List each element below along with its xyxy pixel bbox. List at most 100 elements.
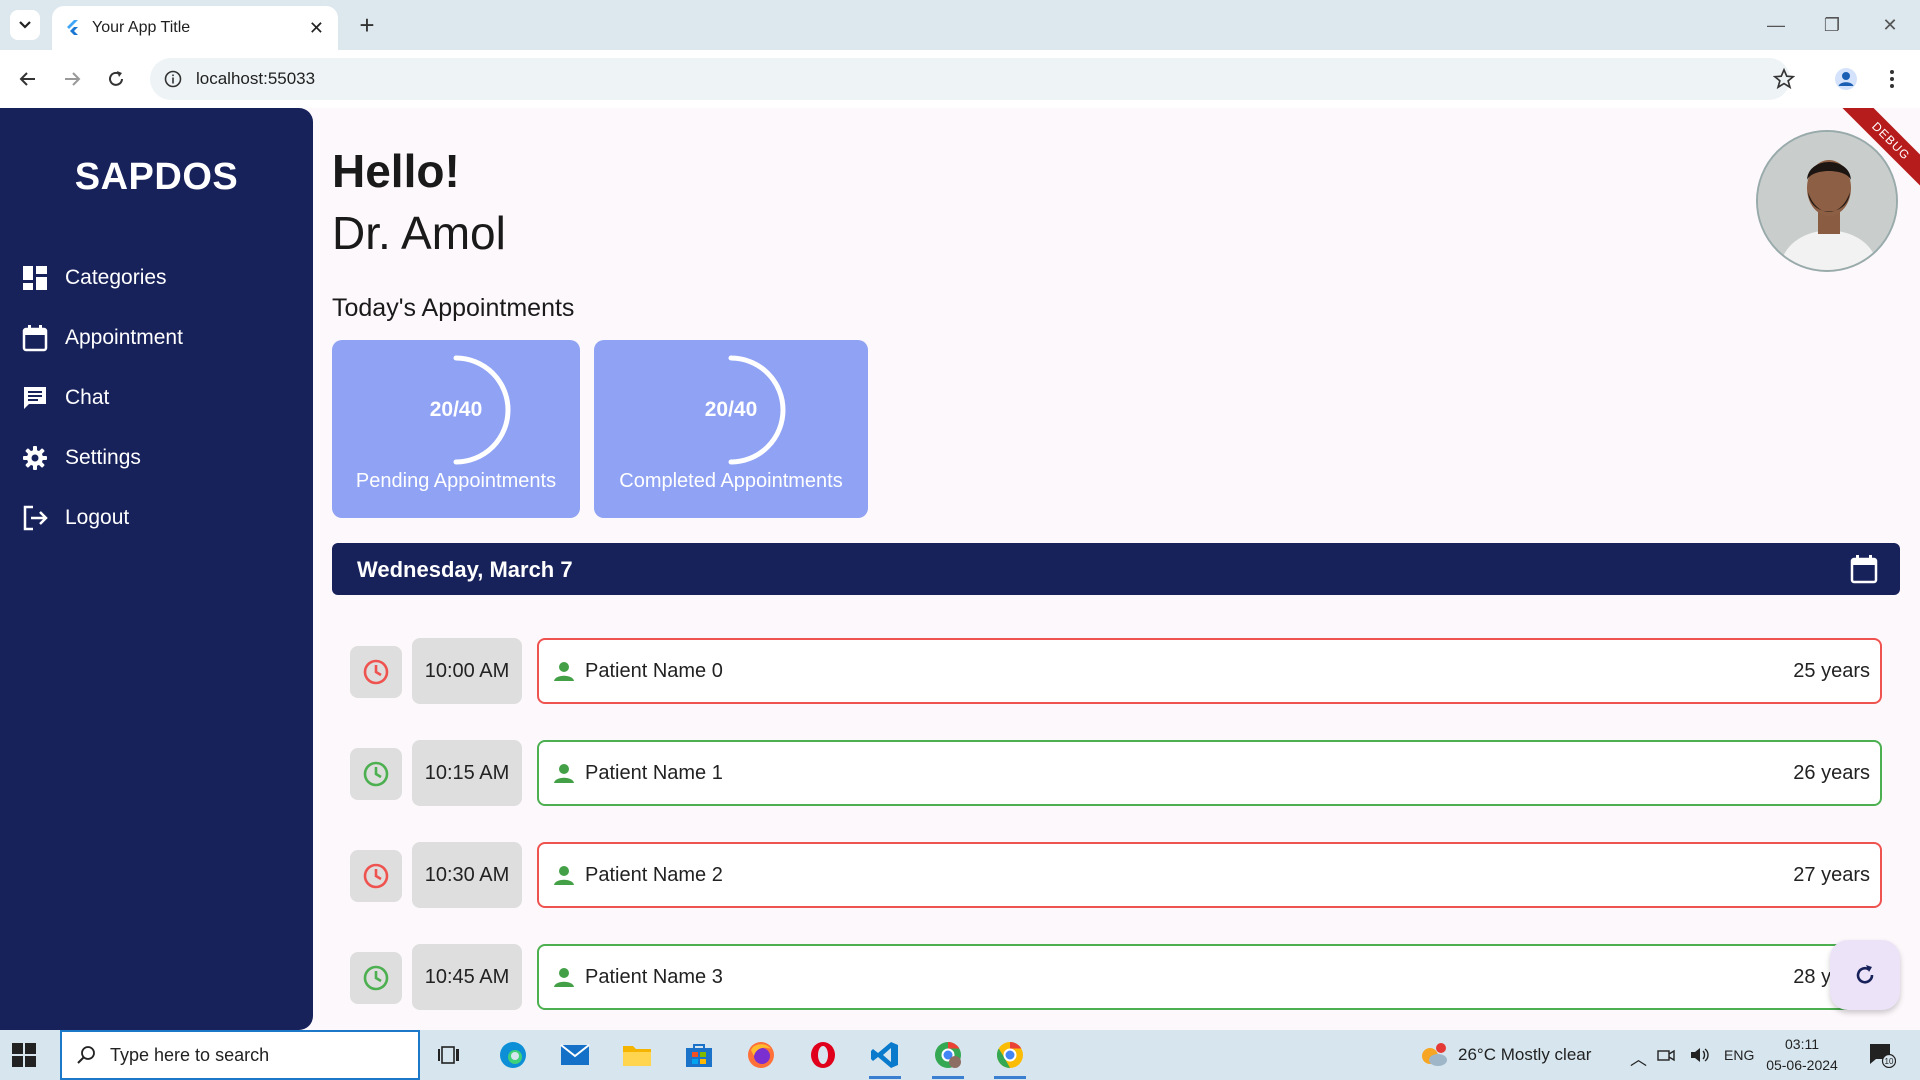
weather-text[interactable]: 26°C Mostly clear (1458, 1045, 1591, 1065)
pending-appointments-card[interactable]: 20/40 Pending Appointments (332, 340, 580, 518)
appointment-time: 10:45 AM (412, 944, 522, 1010)
patient-age: 25 years (1793, 659, 1870, 682)
browser-tabstrip: Your App Title ✕ + — ❐ ✕ (0, 0, 1920, 50)
tab-title: Your App Title (92, 19, 191, 36)
tab-close-icon[interactable]: ✕ (309, 18, 324, 39)
sidebar-item-logout[interactable]: Logout (20, 498, 129, 538)
gear-icon (20, 443, 50, 473)
profile-icon[interactable] (1830, 63, 1862, 95)
windows-start-icon[interactable] (12, 1043, 36, 1067)
restore-button[interactable]: ❐ (1812, 10, 1852, 40)
taskbar-clock[interactable]: 03:11 05-06-2024 (1764, 1034, 1840, 1076)
appointment-row[interactable]: 10:30 AM Patient Name 2 27 years (350, 842, 1882, 908)
clock-date: 05-06-2024 (1766, 1057, 1838, 1073)
appointment-time: 10:00 AM (412, 638, 522, 704)
url-text: localhost:55033 (196, 69, 316, 88)
clock-icon[interactable] (350, 646, 402, 698)
forward-button[interactable] (56, 63, 88, 95)
chevron-up-icon[interactable]: ︿ (1630, 1045, 1647, 1070)
notification-count: 10 (1885, 1057, 1894, 1066)
edge-icon[interactable] (493, 1037, 533, 1073)
meet-now-icon[interactable] (1652, 1037, 1680, 1073)
patient-age: 27 years (1793, 863, 1870, 886)
patient-card[interactable]: Patient Name 1 26 years (537, 740, 1882, 806)
search-icon (77, 1046, 95, 1064)
person-icon (554, 764, 574, 783)
flutter-icon (67, 20, 78, 35)
back-button[interactable] (12, 63, 44, 95)
appointment-row[interactable]: 10:15 AM Patient Name 1 26 years (350, 740, 1882, 806)
patient-card[interactable]: Patient Name 2 27 years (537, 842, 1882, 908)
close-window-button[interactable]: ✕ (1870, 10, 1910, 40)
patient-card[interactable]: Patient Name 0 25 years (537, 638, 1882, 704)
appointment-time: 10:30 AM (412, 842, 522, 908)
avatar[interactable] (1756, 130, 1898, 272)
search-placeholder: Type here to search (110, 1044, 270, 1065)
new-tab-button[interactable]: + (352, 10, 382, 40)
main-content: Hello! Dr. Amol Today's Appointments 20/… (332, 108, 1902, 1030)
sidebar-item-categories[interactable]: Categories (20, 258, 167, 298)
patient-name: Patient Name 2 (585, 863, 723, 886)
completed-label: Completed Appointments (619, 470, 843, 492)
greeting-heading: Hello! (332, 145, 460, 197)
date-bar: Wednesday, March 7 (332, 543, 1900, 595)
refresh-icon (1856, 965, 1874, 984)
weather-icon[interactable] (1414, 1037, 1454, 1073)
person-icon (554, 866, 574, 885)
taskbar: Type here to search 26°C Mostly clear ︿ … (0, 1030, 1920, 1080)
taskbar-search-input[interactable]: Type here to search (60, 1030, 420, 1080)
notification-icon[interactable]: 10 (1862, 1037, 1902, 1073)
arrow-left-icon (19, 72, 35, 86)
minimize-button[interactable]: — (1756, 10, 1796, 40)
brand-logo-text: SAPDOS (74, 156, 239, 198)
appointment-row[interactable]: 10:45 AMPatient Name 328 years (350, 944, 1882, 1010)
chrome-profile-icon[interactable] (928, 1037, 968, 1079)
appointment-row[interactable]: 10:00 AM Patient Name 0 25 years (350, 638, 1882, 704)
patient-name: Patient Name 3 (585, 965, 723, 988)
chevron-down-icon (19, 21, 31, 29)
refresh-button[interactable] (1830, 940, 1900, 1010)
sidebar-item-label: Categories (65, 266, 167, 289)
clock-icon[interactable] (350, 850, 402, 902)
sidebar-item-label: Chat (65, 386, 110, 409)
task-view-icon[interactable] (430, 1037, 470, 1073)
firefox-icon[interactable] (741, 1037, 781, 1073)
store-icon[interactable] (679, 1037, 719, 1073)
reload-icon (109, 71, 123, 86)
browser-toolbar: localhost:55033 (0, 50, 1920, 108)
date-picker-calendar-icon[interactable] (1850, 554, 1878, 589)
completed-count: 20/40 (704, 398, 758, 421)
completed-appointments-card[interactable]: 20/40 Completed Appointments (594, 340, 868, 518)
pending-count: 20/40 (429, 398, 483, 421)
info-icon[interactable] (164, 70, 182, 88)
browser-tab[interactable]: Your App Title ✕ (52, 6, 338, 50)
person-icon (554, 968, 574, 987)
chrome-icon[interactable] (990, 1037, 1030, 1079)
reload-button[interactable] (100, 63, 132, 95)
clock-icon[interactable] (350, 748, 402, 800)
clock-icon[interactable] (350, 952, 402, 1004)
dashboard-icon (20, 263, 50, 293)
opera-icon[interactable] (803, 1037, 843, 1073)
sidebar-item-chat[interactable]: Chat (20, 378, 109, 418)
browser-menu-icon[interactable] (1876, 63, 1908, 95)
vscode-icon[interactable] (865, 1037, 905, 1079)
mail-icon[interactable] (555, 1037, 595, 1073)
sidebar-item-settings[interactable]: Settings (20, 438, 141, 478)
file-explorer-icon[interactable] (617, 1037, 657, 1073)
sidebar-item-appointment[interactable]: Appointment (20, 318, 183, 358)
selected-date: Wednesday, March 7 (357, 557, 573, 582)
clock-time: 03:11 (1785, 1036, 1819, 1052)
tab-search-button[interactable] (10, 10, 40, 40)
address-bar[interactable]: localhost:55033 (150, 58, 1790, 100)
pending-label: Pending Appointments (355, 470, 557, 492)
chat-icon (20, 383, 50, 413)
volume-icon[interactable] (1686, 1037, 1714, 1073)
patient-card[interactable]: Patient Name 328 years (537, 944, 1882, 1010)
app-viewport: SAPDOS Categories Appointment Chat Setti… (0, 108, 1920, 1030)
language-indicator[interactable]: ENG (1724, 1047, 1754, 1063)
doctor-name: Dr. Amol (332, 207, 506, 259)
arrow-right-icon (65, 72, 81, 86)
bookmark-star-icon[interactable] (1768, 63, 1800, 95)
sidebar-item-label: Logout (65, 506, 130, 529)
